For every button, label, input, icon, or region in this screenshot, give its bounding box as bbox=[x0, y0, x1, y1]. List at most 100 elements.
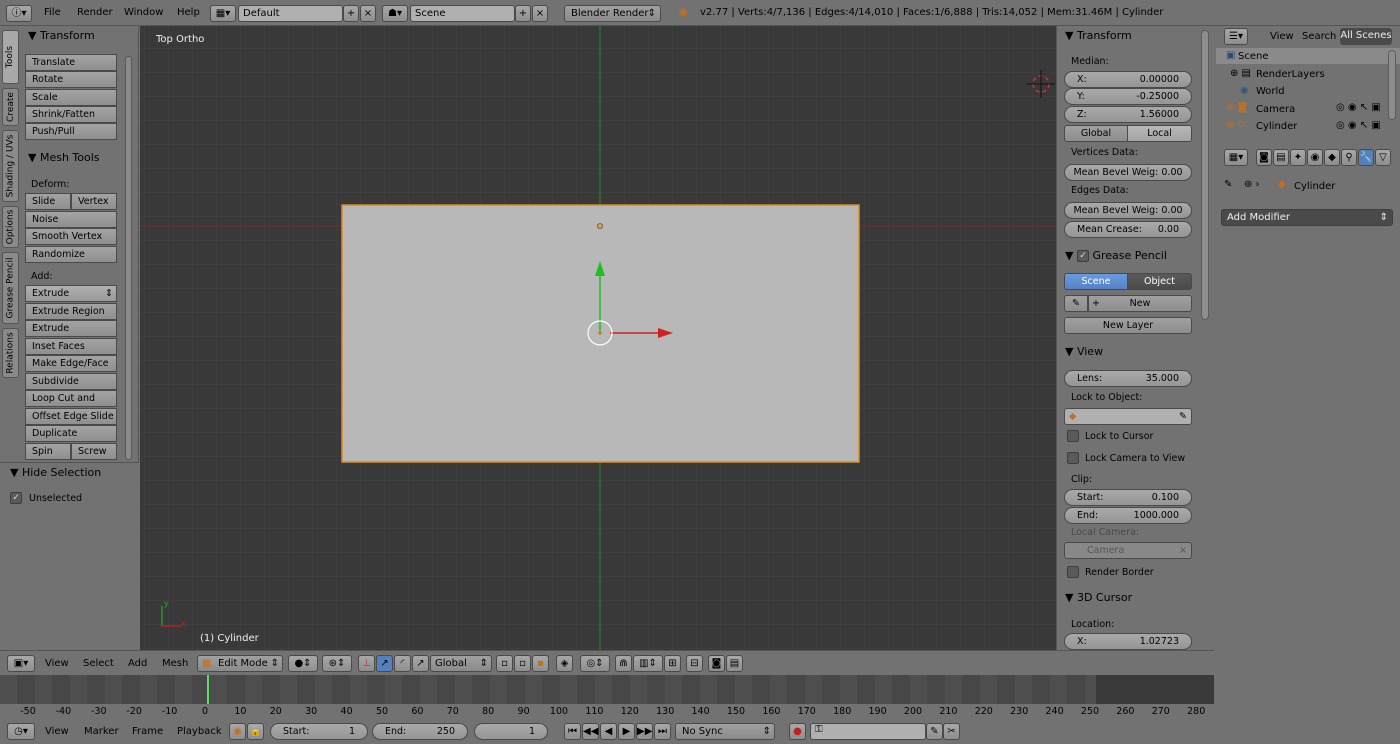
3d-viewport[interactable]: y x Top Ortho (1) Cylinder bbox=[140, 26, 1056, 650]
menu-help[interactable]: Help bbox=[177, 7, 200, 18]
scale-button[interactable]: Scale bbox=[25, 89, 117, 106]
make-edge-face-button[interactable]: Make Edge/Face bbox=[25, 355, 117, 372]
opengl-render-icon[interactable]: ◙ bbox=[708, 655, 725, 672]
toolshelf-scrollbar[interactable] bbox=[125, 56, 132, 460]
next-keyframe-icon[interactable]: ▶▶ bbox=[636, 723, 653, 740]
properties-scrollbar[interactable] bbox=[1198, 26, 1214, 650]
lock-cursor-checkbox[interactable] bbox=[1067, 430, 1079, 442]
menu-file[interactable]: File bbox=[44, 7, 61, 18]
tab-grease-pencil[interactable]: Grease Pencil bbox=[2, 252, 19, 324]
current-frame-field[interactable]: 1 bbox=[474, 723, 548, 740]
render-engine-select[interactable]: Blender Render ⇕ bbox=[564, 5, 661, 22]
timeline-editor-icon[interactable]: ◷▾ bbox=[7, 723, 35, 740]
extrude-select[interactable]: Extrude ⇕ bbox=[25, 285, 117, 302]
menu-view[interactable]: View bbox=[45, 658, 69, 669]
info-editor-icon[interactable]: ⓘ▾ bbox=[6, 5, 32, 22]
lock-camera-checkbox[interactable] bbox=[1067, 452, 1079, 464]
properties-editor-icon[interactable]: ▦▾ bbox=[1224, 149, 1248, 166]
menu-select[interactable]: Select bbox=[83, 658, 114, 669]
playhead[interactable] bbox=[207, 675, 209, 704]
slide-edge-button[interactable]: Slide Ed bbox=[25, 193, 71, 222]
scene-field[interactable]: Scene bbox=[410, 5, 515, 22]
median-y-field[interactable]: Y: -0.25000 bbox=[1064, 88, 1192, 105]
tab-create[interactable]: Create bbox=[2, 88, 19, 126]
add-layout-icon[interactable]: + bbox=[343, 5, 359, 22]
delete-keyframe-icon[interactable]: ✂ bbox=[943, 723, 960, 740]
modifiers-tab-icon[interactable]: 🔧 bbox=[1358, 149, 1374, 166]
smooth-vertex-button[interactable]: Smooth Vertex bbox=[25, 228, 117, 245]
snap-element-icon[interactable]: ▥⇕ bbox=[633, 655, 663, 672]
orientation-select[interactable]: Global ⇕ bbox=[430, 655, 492, 672]
jump-end-icon[interactable]: ⏭ bbox=[654, 723, 671, 740]
tab-relations[interactable]: Relations bbox=[2, 328, 19, 378]
gp-new-button[interactable]: + New bbox=[1088, 295, 1192, 312]
object-tab-icon[interactable]: ◆ bbox=[1324, 149, 1340, 166]
remove-layout-icon[interactable]: × bbox=[360, 5, 376, 22]
renderlayers-tab-icon[interactable]: ▤ bbox=[1273, 149, 1289, 166]
add-scene-icon[interactable]: + bbox=[515, 5, 531, 22]
translate-manipulator-icon[interactable]: ↗ bbox=[376, 655, 393, 672]
proportional-edit-icon[interactable]: ◎⇕ bbox=[580, 655, 610, 672]
constraints-tab-icon[interactable]: ⚲ bbox=[1341, 149, 1357, 166]
offset-edge-slide-button[interactable]: Offset Edge Slide bbox=[25, 408, 117, 425]
data-tab-icon[interactable]: ▽ bbox=[1375, 149, 1391, 166]
rotate-manipulator-icon[interactable]: ◜ bbox=[394, 655, 411, 672]
all-scenes-select[interactable]: All Scenes bbox=[1340, 28, 1392, 45]
pin-icon[interactable]: ✎ bbox=[1224, 179, 1232, 190]
render-tab-icon[interactable]: ◙ bbox=[1256, 149, 1272, 166]
occlude-geometry-icon[interactable]: ◈ bbox=[556, 655, 573, 672]
play-icon[interactable]: ▶ bbox=[618, 723, 635, 740]
push-pull-button[interactable]: Push/Pull bbox=[25, 123, 117, 140]
outliner-scrollbar[interactable] bbox=[1388, 50, 1396, 120]
new-layer-button[interactable]: New Layer bbox=[1064, 317, 1192, 334]
panel-3d-cursor-header[interactable]: ▼ 3D Cursor bbox=[1065, 591, 1132, 604]
scene-icon[interactable]: ☗▾ bbox=[382, 5, 408, 22]
panel-mesh-tools-header[interactable]: ▼ Mesh Tools bbox=[28, 149, 100, 167]
cursor-x-field[interactable]: X: 1.02723 bbox=[1064, 633, 1192, 650]
vertex-select-icon[interactable]: ▫ bbox=[496, 655, 513, 672]
panel-grease-pencil-header[interactable]: ▼ ✓ Grease Pencil bbox=[1065, 249, 1167, 262]
panel-transform-header[interactable]: ▼ Transform bbox=[1065, 29, 1132, 42]
menu-mesh[interactable]: Mesh bbox=[162, 658, 188, 669]
render-border-checkbox[interactable] bbox=[1067, 566, 1079, 578]
lock-icon[interactable]: 🔒 bbox=[247, 723, 264, 740]
face-select-icon[interactable]: ▪ bbox=[532, 655, 549, 672]
slide-vertex-button[interactable]: Vertex bbox=[71, 193, 117, 210]
visibility-icons[interactable]: ◎ ◉ ↖ ▣ bbox=[1336, 120, 1381, 131]
grease-pencil-checkbox[interactable]: ✓ bbox=[1076, 250, 1089, 262]
shrink-fatten-button[interactable]: Shrink/Fatten bbox=[25, 106, 117, 123]
hide-selection-header[interactable]: ▼ Hide Selection bbox=[10, 464, 101, 482]
scene-tab-icon[interactable]: ✦ bbox=[1290, 149, 1306, 166]
gp-object-toggle[interactable]: Object bbox=[1127, 273, 1192, 290]
lens-field[interactable]: Lens: 35.000 bbox=[1064, 370, 1192, 387]
median-z-field[interactable]: Z: 1.56000 bbox=[1064, 106, 1192, 123]
preview-range-icon[interactable]: ◉ bbox=[229, 723, 246, 740]
visibility-icons[interactable]: ◎ ◉ ↖ ▣ bbox=[1336, 102, 1381, 113]
mean-bevel-vertex-field[interactable]: Mean Bevel Weig: 0.00 bbox=[1064, 164, 1192, 181]
manipulator-toggle-icon[interactable]: ⊥ bbox=[358, 655, 375, 672]
insert-keyframe-icon[interactable]: ✎ bbox=[926, 723, 943, 740]
pivot-select-icon[interactable]: ⊛⇕ bbox=[322, 655, 352, 672]
menu-add[interactable]: Add bbox=[128, 658, 147, 669]
extrude-region-button[interactable]: Extrude Region bbox=[25, 303, 117, 320]
3d-view-editor-icon[interactable]: ▣▾ bbox=[7, 655, 35, 672]
unselected-checkbox[interactable]: ✓ bbox=[10, 492, 22, 504]
mean-crease-field[interactable]: Mean Crease: 0.00 bbox=[1064, 221, 1192, 238]
snap-toggle-icon[interactable]: ⋒ bbox=[615, 655, 632, 672]
noise-button[interactable]: Noise bbox=[25, 211, 117, 228]
sync-select[interactable]: No Sync ⇕ bbox=[675, 723, 775, 740]
scale-manipulator-icon[interactable]: ↗ bbox=[412, 655, 429, 672]
gp-scene-toggle[interactable]: Scene bbox=[1064, 273, 1128, 290]
extrude-individual-button[interactable]: Extrude Individual bbox=[25, 320, 117, 349]
tab-tools[interactable]: Tools bbox=[2, 30, 19, 84]
add-modifier-select[interactable]: Add Modifier ⇕ bbox=[1221, 209, 1393, 226]
randomize-button[interactable]: Randomize bbox=[25, 246, 117, 263]
play-reverse-icon[interactable]: ◀ bbox=[600, 723, 617, 740]
record-icon[interactable]: ● bbox=[789, 723, 806, 740]
screw-button[interactable]: Screw bbox=[71, 443, 117, 460]
render-preview-icon[interactable]: ⊟ bbox=[686, 655, 703, 672]
jump-start-icon[interactable]: ⏮ bbox=[564, 723, 581, 740]
tab-shading-uvs[interactable]: Shading / UVs bbox=[2, 130, 19, 202]
loop-cut-button[interactable]: Loop Cut and Slide bbox=[25, 390, 117, 419]
median-x-field[interactable]: X: 0.00000 bbox=[1064, 71, 1192, 88]
